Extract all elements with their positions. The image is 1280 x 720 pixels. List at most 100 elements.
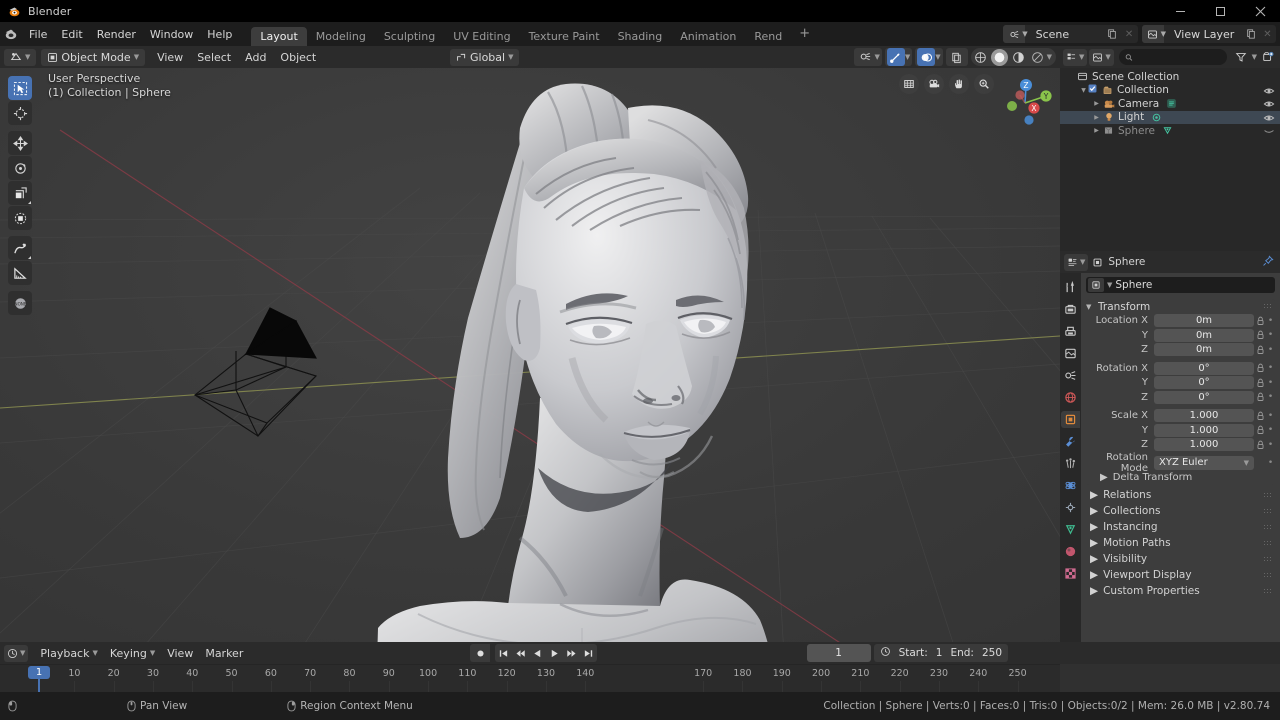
outliner-row-light[interactable]: ▶ Light: [1060, 110, 1280, 124]
panel-visibility[interactable]: ▶ Visibility: [1086, 551, 1275, 567]
shading-mode-group[interactable]: ▼: [970, 48, 1056, 66]
properties-world-tab[interactable]: [1061, 389, 1080, 406]
lock-icon[interactable]: [1254, 440, 1266, 450]
minimize-button[interactable]: [1160, 0, 1200, 22]
viewport-canvas[interactable]: User Perspective (1) Collection | Sphere: [0, 68, 1060, 642]
light-data-icon[interactable]: [1150, 112, 1162, 123]
properties-tool-tab[interactable]: [1061, 279, 1080, 296]
rotation-x-field[interactable]: 0°: [1154, 361, 1254, 375]
jump-to-start-button[interactable]: [495, 644, 512, 662]
filter-icon[interactable]: [1232, 49, 1250, 66]
toggle-camera-perspective-icon[interactable]: [899, 74, 919, 94]
object-mode-selector[interactable]: Object Mode ▼: [41, 48, 146, 66]
lock-icon[interactable]: [1254, 316, 1266, 326]
add-workspace-button[interactable]: +: [791, 26, 818, 41]
lock-icon[interactable]: [1254, 363, 1266, 373]
panel-motion-paths[interactable]: ▶ Motion Paths: [1086, 535, 1275, 551]
outliner-expand-icon[interactable]: ▼: [1079, 87, 1088, 94]
timeline-menu-marker[interactable]: Marker: [199, 645, 249, 662]
transform-orientation-selector[interactable]: Global ▼: [450, 48, 520, 66]
properties-data-tab[interactable]: [1061, 521, 1080, 538]
animate-property-dot[interactable]: •: [1266, 411, 1275, 421]
outliner-row-camera[interactable]: ▶ Camera: [1060, 97, 1280, 111]
rotation-mode-animate-dot[interactable]: •: [1266, 458, 1275, 468]
workspace-tab-rend[interactable]: Rend: [745, 27, 791, 46]
add-cube-tool[interactable]: NONE: [8, 291, 32, 315]
workspace-tab-uv-editing[interactable]: UV Editing: [444, 27, 519, 46]
outliner-search-field[interactable]: [1136, 51, 1221, 63]
shading-solid-icon[interactable]: [990, 48, 1008, 66]
workspace-tab-texture-paint[interactable]: Texture Paint: [520, 27, 609, 46]
visibility-caret-icon[interactable]: ▼: [874, 53, 879, 61]
maximize-button[interactable]: [1200, 0, 1240, 22]
properties-scene-tab[interactable]: [1061, 367, 1080, 384]
shading-material-preview-icon[interactable]: [1010, 49, 1027, 66]
outliner-expand-icon[interactable]: ▶: [1092, 114, 1101, 121]
remove-view-layer-button[interactable]: ✕: [1259, 25, 1276, 43]
delta-transform-panel[interactable]: ▶ Delta Transform: [1086, 471, 1275, 485]
object-id-field[interactable]: ▼ Sphere: [1086, 277, 1275, 293]
menu-edit[interactable]: Edit: [54, 26, 89, 44]
overlays-icon[interactable]: [917, 48, 936, 66]
properties-texture-tab[interactable]: [1061, 565, 1080, 582]
visibility-eye-icon[interactable]: [1263, 125, 1275, 140]
outliner-expand-icon[interactable]: ▶: [1092, 127, 1101, 134]
shading-rendered-icon[interactable]: [1029, 49, 1046, 66]
record-keyframe-button[interactable]: [470, 644, 490, 662]
properties-render-tab[interactable]: [1061, 301, 1080, 318]
location-z-field[interactable]: 0m: [1154, 343, 1254, 356]
timeline-menu-keying[interactable]: Keying ▼: [104, 645, 161, 662]
transform-panel-header[interactable]: ▼ Transform: [1086, 299, 1275, 314]
outliner-row-sphere[interactable]: ▶ Sphere: [1060, 124, 1280, 138]
animate-property-dot[interactable]: •: [1266, 392, 1275, 402]
end-frame-value[interactable]: 250: [982, 647, 1002, 659]
overlays-toggle-group[interactable]: ▼: [915, 48, 943, 66]
collection-checkbox[interactable]: [1088, 84, 1097, 96]
workspace-tab-layout[interactable]: Layout: [251, 27, 307, 46]
timeline-playhead[interactable]: 1: [28, 666, 50, 679]
animate-property-dot[interactable]: •: [1266, 330, 1275, 340]
tweak-select-box-tool[interactable]: [8, 76, 32, 100]
panel-viewport-display[interactable]: ▶ Viewport Display: [1086, 567, 1275, 583]
close-button[interactable]: [1240, 0, 1280, 22]
animate-property-dot[interactable]: •: [1266, 345, 1275, 355]
new-collection-icon[interactable]: [1259, 49, 1277, 66]
xray-icon[interactable]: [948, 48, 966, 66]
cursor-tool[interactable]: [8, 101, 32, 125]
play-reverse-button[interactable]: [529, 644, 546, 662]
scale-x-field[interactable]: 1.000: [1154, 409, 1254, 422]
scene-selector[interactable]: ▼ Scene ✕: [1003, 25, 1138, 43]
move-view-hand-icon[interactable]: [949, 74, 969, 94]
outliner-editor-type-button[interactable]: ▼: [1063, 48, 1088, 66]
move-tool[interactable]: [8, 131, 32, 155]
editor-type-button[interactable]: ▼: [4, 48, 37, 66]
previous-keyframe-button[interactable]: [512, 644, 529, 662]
timeline-menu-view[interactable]: View: [161, 645, 199, 662]
panel-custom-properties[interactable]: ▶ Custom Properties: [1086, 583, 1275, 599]
location-x-field[interactable]: 0m: [1154, 314, 1254, 327]
lock-icon[interactable]: [1254, 392, 1266, 402]
zoom-view-icon[interactable]: [974, 74, 994, 94]
new-scene-button[interactable]: [1104, 25, 1121, 43]
next-keyframe-button[interactable]: [563, 644, 580, 662]
mesh-data-icon[interactable]: [1161, 125, 1173, 136]
menu-help[interactable]: Help: [200, 26, 239, 44]
animate-property-dot[interactable]: •: [1266, 425, 1275, 435]
gizmo-toggle-group[interactable]: ▼: [884, 48, 913, 66]
viewport-menu-view[interactable]: View: [150, 49, 190, 66]
xray-toggle[interactable]: [945, 48, 968, 66]
properties-object-tab[interactable]: [1061, 411, 1080, 428]
transform-tool[interactable]: [8, 206, 32, 230]
rotate-tool[interactable]: [8, 156, 32, 180]
new-view-layer-button[interactable]: [1242, 25, 1259, 43]
properties-physics-tab[interactable]: [1061, 477, 1080, 494]
outliner-editor[interactable]: ▼ ▼ ▼ Scene Collection ▼ Collection ▶ Camera…: [1060, 46, 1280, 251]
overlays-caret-icon[interactable]: ▼: [935, 53, 940, 61]
scale-tool[interactable]: [8, 181, 32, 205]
animate-property-dot[interactable]: •: [1266, 440, 1275, 450]
properties-constraints-tab[interactable]: [1061, 499, 1080, 516]
menu-window[interactable]: Window: [143, 26, 200, 44]
outliner-expand-icon[interactable]: ▶: [1092, 100, 1101, 107]
animate-property-dot[interactable]: •: [1266, 378, 1275, 388]
workspace-tab-modeling[interactable]: Modeling: [307, 27, 375, 46]
